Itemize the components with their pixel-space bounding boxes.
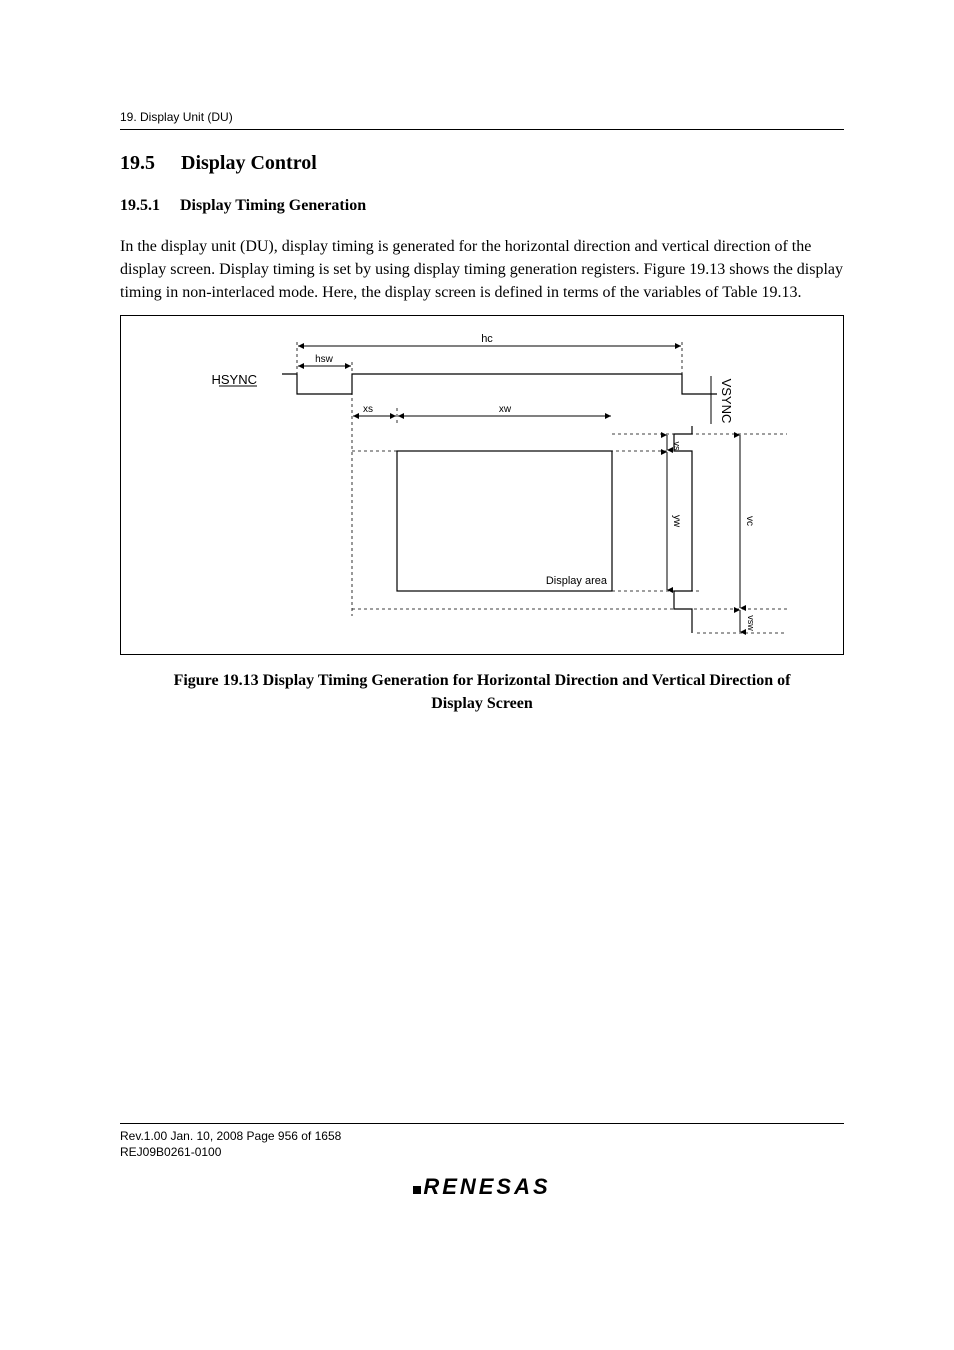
footer-doc: REJ09B0261-0100 [120,1144,844,1160]
hsw-label: hsw [315,354,334,365]
figure-caption: Figure 19.13 Display Timing Generation f… [120,669,844,715]
section-number: 19.5 [120,152,176,175]
subsection-title: Display Timing Generation [180,197,366,214]
hsync-waveform [282,374,717,394]
footer-logo: RENESAS [413,1174,550,1199]
vs-label: vs [672,441,682,451]
xw-label: xw [499,404,512,415]
figure-timing-diagram: HSYNC hc hsw xs xw Di [120,315,844,655]
vc-label: vc [744,516,755,526]
vsw-label: vsw [746,615,756,631]
display-area-rect [397,451,612,591]
section-title: Display Control [181,152,317,174]
hc-label: hc [481,333,493,345]
hsync-label: HSYNC [211,372,257,387]
timing-diagram-svg: HSYNC hc hsw xs xw Di [121,316,843,654]
figure-caption-line1: Figure 19.13 Display Timing Generation f… [174,672,791,689]
subsection-number: 19.5.1 [120,197,176,215]
display-area-label: Display area [546,575,608,587]
yw-label: yw [671,514,682,527]
footer-rev: Rev.1.00 Jan. 10, 2008 Page 956 of 1658 [120,1128,844,1144]
breadcrumb: 19. Display Unit (DU) [120,110,233,124]
vsync-group: VSYNC [674,376,734,633]
section-heading: 19.5 Display Control [120,152,844,175]
footer-logo-wrap: RENESAS [120,1174,844,1200]
subsection-heading: 19.5.1 Display Timing Generation [120,197,844,215]
body-paragraph: In the display unit (DU), display timing… [120,235,844,305]
footer-rule [120,1123,844,1124]
page-footer: Rev.1.00 Jan. 10, 2008 Page 956 of 1658 … [120,1123,844,1200]
figure-caption-line2: Display Screen [431,695,532,712]
vsync-label: VSYNC [719,378,734,423]
xs-label: xs [363,404,373,415]
page-header: 19. Display Unit (DU) [120,110,844,130]
